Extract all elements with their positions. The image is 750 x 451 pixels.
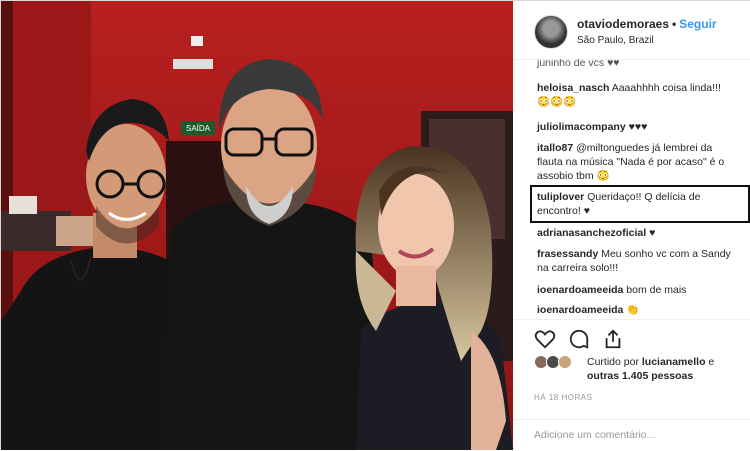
location-link[interactable]: São Paulo, Brazil (577, 35, 654, 46)
heart-icon[interactable] (534, 328, 556, 350)
comment-item: ioenardoameeida 👏 (537, 303, 737, 317)
add-comment-placeholder[interactable]: Adicione um comentário... (534, 429, 655, 441)
comment-username[interactable]: ioenardoameeida (537, 284, 623, 296)
share-icon[interactable] (602, 328, 624, 350)
liker-username[interactable]: lucianamello (642, 356, 706, 368)
comment-item: heloisa_nasch Aaaahhhh coisa linda!!! 😳😳😳 (537, 81, 737, 109)
comment-item: ioenardoameeida bom de mais (537, 283, 737, 297)
comment-item: juliolimacompany ♥♥♥ (537, 120, 737, 134)
comment-username[interactable]: heloisa_nasch (537, 82, 609, 94)
likes-conjunction: e (708, 356, 715, 368)
comment-icon[interactable] (568, 328, 590, 350)
comment-text: Aaaahhhh coisa linda!!! (611, 82, 721, 94)
instagram-post: SAÍDA otaviodemoraes • Seguir São Paulo,… (0, 0, 750, 450)
comment-text: ♥♥ (607, 59, 620, 69)
username-row: otaviodemoraes • Seguir (577, 17, 717, 31)
action-bar (514, 319, 750, 356)
liker-avatar (558, 355, 572, 369)
comments-list[interactable]: juninho de vcs ♥♥ heloisa_nasch Aaaahhhh… (514, 59, 750, 319)
comment-text: 😳😳😳 (537, 96, 577, 108)
likes-prefix: Curtido por (587, 356, 639, 368)
comment-item: adrianasanchezoficial ♥ (537, 226, 737, 240)
post-photo[interactable]: SAÍDA (1, 1, 513, 450)
post-header: otaviodemoraes • Seguir São Paulo, Brazil (514, 1, 750, 60)
comment-item: itallo87 @miltonguedes já lembrei da fla… (537, 141, 737, 183)
exit-sign: SAÍDA (186, 124, 211, 133)
comment-username[interactable]: tuliplover (537, 191, 584, 203)
post-sidebar: otaviodemoraes • Seguir São Paulo, Brazil … (514, 1, 750, 450)
likes-row: Curtido por lucianamello e outras 1.405 p… (514, 353, 750, 389)
add-comment-field[interactable]: Adicione um comentário... (514, 419, 750, 451)
separator-dot: • (672, 17, 677, 31)
comment-username[interactable]: ioenardoameeida (537, 304, 623, 316)
comment-text: ♥ (649, 227, 656, 239)
post-timestamp: HÁ 18 HORAS (534, 393, 593, 402)
comment-text: juninho de vcs (537, 59, 605, 69)
photo-illustration: SAÍDA (1, 1, 513, 450)
comment-item: tuliplover Queridaço!! Q delícia de enco… (537, 190, 737, 218)
comment-username[interactable]: juliolimacompany (537, 121, 626, 133)
comment-item: frasessandy Meu sonho vc com a Sandy na … (537, 247, 737, 275)
comment-text: bom de mais (626, 284, 687, 296)
likes-count-link[interactable]: outras 1.405 pessoas (587, 370, 693, 382)
likes-text: Curtido por lucianamello e outras 1.405 p… (587, 355, 714, 383)
comment-username[interactable]: adrianasanchezoficial (537, 227, 646, 239)
user-avatar[interactable] (534, 15, 568, 49)
comment-username[interactable]: frasessandy (537, 248, 598, 260)
follow-button[interactable]: Seguir (679, 17, 716, 31)
comment-username[interactable]: itallo87 (537, 142, 573, 154)
comment-text: ♥♥♥ (628, 121, 648, 133)
comment-item: juninho de vcs ♥♥ (537, 59, 737, 70)
comment-text: 👏 (626, 304, 640, 316)
username-link[interactable]: otaviodemoraes (577, 17, 669, 31)
